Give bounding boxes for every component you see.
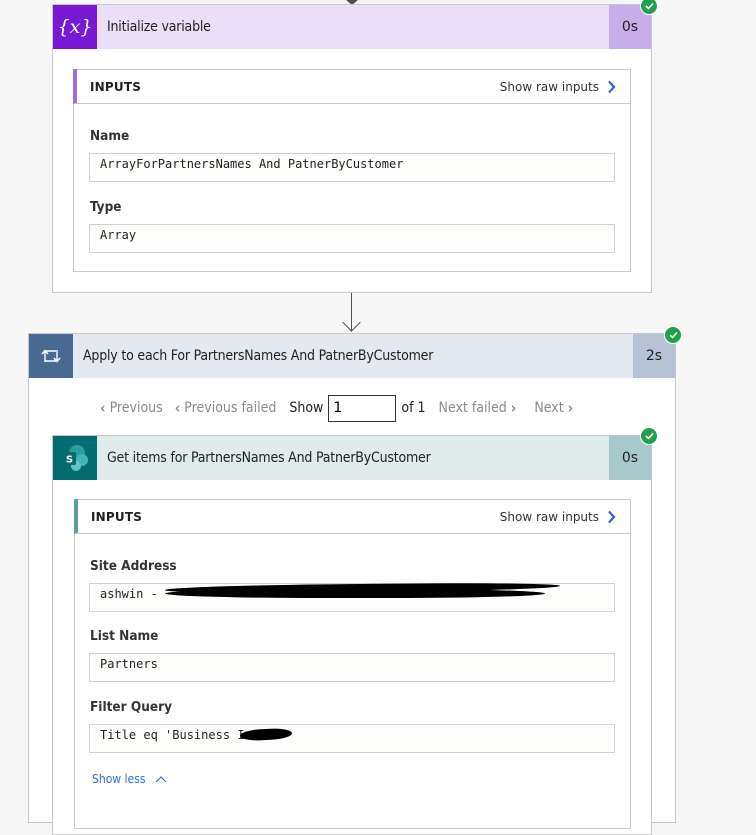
redaction-mark [165, 589, 545, 598]
field-value-name: ArrayForPartnersNames And PatnerByCustom… [89, 153, 615, 182]
field-label-name: Name [90, 128, 130, 144]
previous-button[interactable]: ‹ Previous [100, 399, 163, 417]
svg-text:S: S [66, 455, 73, 466]
success-check-icon [640, 0, 658, 15]
field-value-list-name: Partners [89, 653, 615, 682]
chevron-right-icon [608, 80, 616, 93]
variable-icon: {x} [53, 5, 97, 49]
apply-to-each-header[interactable]: Apply to each For PartnersNames And Patn… [29, 334, 675, 378]
chevron-right-icon: › [510, 399, 517, 417]
field-value-filter-query: Title eq 'Business I [89, 724, 615, 753]
show-label: Show [289, 400, 324, 416]
show-less-label: Show less [92, 772, 146, 786]
show-raw-inputs-label: Show raw inputs [499, 79, 599, 94]
inputs-title: INPUTS [91, 509, 143, 524]
iteration-pager: ‹ Previous ‹ Previous failed Show of 1 N… [100, 393, 573, 423]
chevron-up-icon [155, 776, 167, 783]
field-label-filter-query: Filter Query [90, 699, 173, 715]
show-raw-inputs-label: Show raw inputs [499, 509, 599, 524]
show-raw-inputs-link[interactable]: Show raw inputs [500, 80, 630, 94]
chevron-left-icon: ‹ [174, 399, 181, 417]
chevron-right-icon: › [567, 399, 574, 417]
field-label-site-address: Site Address [90, 558, 177, 574]
inputs-title: INPUTS [90, 79, 142, 94]
previous-failed-label: Previous failed [184, 400, 277, 416]
previous-failed-button[interactable]: ‹ Previous failed [175, 399, 277, 417]
card-title: Apply to each For PartnersNames And Patn… [83, 348, 434, 364]
show-raw-inputs-link[interactable]: Show raw inputs [500, 510, 630, 524]
next-button[interactable]: Next › [534, 399, 573, 417]
show-less-link[interactable]: Show less [92, 772, 167, 786]
iteration-input[interactable] [328, 394, 397, 422]
field-value-type: Array [89, 224, 615, 253]
chevron-right-icon [608, 510, 616, 523]
initialize-variable-header[interactable]: {x} Initialize variable 0s [53, 5, 651, 49]
previous-label: Previous [109, 400, 163, 416]
next-label: Next [534, 400, 564, 416]
card-title: Initialize variable [107, 19, 211, 35]
loop-icon [29, 334, 73, 378]
success-check-icon [640, 427, 658, 445]
next-failed-label: Next failed [438, 400, 507, 416]
site-address-text: ashwin - [100, 587, 158, 601]
filter-query-text: Title eq 'Business I [100, 728, 245, 742]
chevron-left-icon: ‹ [100, 399, 106, 417]
field-label-list-name: List Name [90, 628, 159, 644]
next-failed-button[interactable]: Next failed › [439, 399, 517, 417]
sharepoint-icon: S [53, 436, 97, 480]
get-items-header[interactable]: S Get items for PartnersNames And Patner… [53, 436, 651, 480]
field-label-type: Type [90, 199, 122, 215]
success-check-icon [664, 326, 682, 344]
card-title: Get items for PartnersNames And PatnerBy… [107, 450, 431, 466]
of-total-label: of 1 [401, 400, 426, 416]
connector-arrow-icon [342, 313, 361, 332]
